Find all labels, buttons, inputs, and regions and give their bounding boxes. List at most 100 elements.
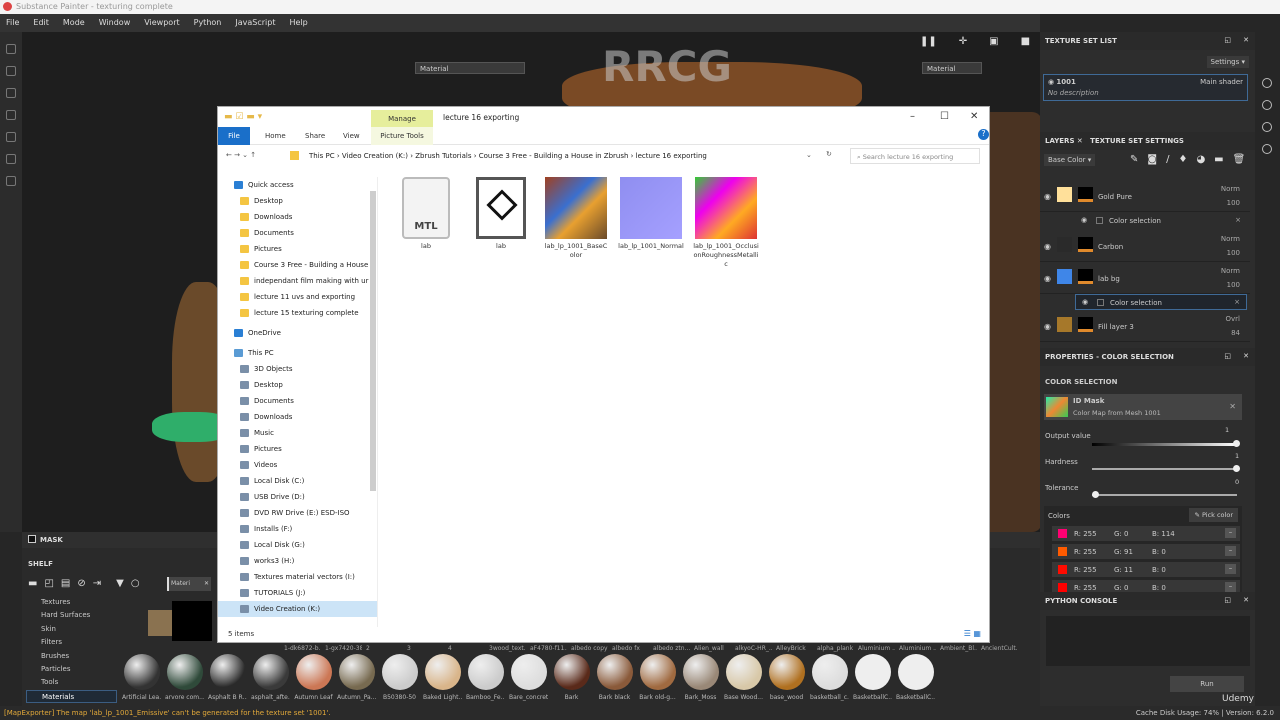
nav-item[interactable]: Pictures [218, 241, 377, 257]
nav-item[interactable]: Documents [218, 225, 377, 241]
hardness-slider[interactable] [1092, 465, 1240, 472]
shelf-category[interactable]: Filters [26, 636, 117, 649]
shelf-category[interactable]: Brushes [26, 650, 117, 663]
shelf-item-label[interactable]: Aluminium ... [858, 645, 895, 652]
material-item[interactable]: B50380-50 [380, 654, 419, 701]
nav-item[interactable]: Desktop [218, 193, 377, 209]
opacity-dropdown[interactable]: 84 [1231, 329, 1240, 337]
file-item[interactable]: MTL lab [393, 177, 459, 269]
symmetry-icon[interactable]: ✛ [959, 36, 967, 47]
save-icon[interactable]: ▤ [61, 578, 70, 589]
file-item[interactable]: lab_lp_1001_BaseColor [543, 177, 609, 269]
file-item[interactable]: lab [468, 177, 534, 269]
python-console-input[interactable] [1046, 616, 1250, 666]
visibility-eye-icon[interactable]: ◉ [1044, 242, 1051, 251]
refresh-icon[interactable]: ↻ [826, 150, 832, 158]
id-mask-resource[interactable]: ID Mask Color Map from Mesh 1001 ✕ [1044, 394, 1242, 420]
remove-effect-icon[interactable]: × [1234, 298, 1240, 306]
menu-window[interactable]: Window [99, 18, 131, 28]
nav-arrows-icon[interactable]: ← → ⌄ ↑ [226, 151, 256, 159]
color-selection-effect[interactable]: ◉ Color selection × [1075, 213, 1247, 229]
new-icon[interactable]: ◰ [44, 578, 53, 589]
minimize-button[interactable]: – [910, 111, 915, 122]
layer-item[interactable]: ◉ Gold Pure Norm 100 [1040, 182, 1250, 212]
shelf-category[interactable]: Particles [26, 663, 117, 676]
tab-home[interactable]: Home [265, 132, 286, 140]
material-item[interactable]: asphalt_afte... [251, 654, 290, 701]
history-dropdown-icon[interactable]: ⌄ [806, 151, 812, 159]
menu-javascript[interactable]: JavaScript [235, 18, 275, 28]
nav-item[interactable]: 3D Objects [218, 361, 377, 377]
menu-help[interactable]: Help [289, 18, 307, 28]
color-swatch[interactable] [1058, 529, 1067, 538]
shelf-category[interactable]: Skin [26, 623, 117, 636]
shelf-item-label[interactable]: alkyoC-HR_... [735, 645, 772, 652]
nav-item[interactable]: Textures material vectors (I:) [218, 569, 377, 585]
history-icon[interactable] [1262, 122, 1272, 132]
add-effect-icon[interactable]: ✎ [1130, 154, 1138, 165]
color-swatch[interactable] [1058, 547, 1067, 556]
menu-file[interactable]: File [6, 18, 19, 28]
display-icon[interactable]: ▣ [989, 36, 998, 47]
color-swatch[interactable] [1058, 565, 1067, 574]
shelf-category[interactable]: Tools [26, 676, 117, 689]
color-row[interactable]: R: 255 G: 0 B: 114 – [1052, 526, 1240, 541]
smudge-tool-icon[interactable] [6, 132, 16, 142]
color-selection-effect[interactable]: ◉ Color selection × [1075, 294, 1247, 310]
add-smart-material-icon[interactable]: ◕ [1196, 154, 1205, 165]
shelf-item-label[interactable]: alpha_plank [817, 645, 854, 652]
effect-checkbox[interactable] [1097, 299, 1104, 306]
material-item[interactable]: arvore com... [165, 654, 204, 701]
mask-checkbox[interactable] [28, 535, 36, 543]
shelf-item-label[interactable]: 3 [407, 645, 444, 652]
nav-item[interactable]: Local Disk (C:) [218, 473, 377, 489]
projection-tool-icon[interactable] [6, 88, 16, 98]
viewport-mode-select-left[interactable]: Material [415, 62, 525, 74]
shelf-item-label[interactable]: Ambient_Bl... [940, 645, 977, 652]
shader-settings-icon[interactable] [1262, 100, 1272, 110]
remove-effect-icon[interactable]: × [1235, 216, 1241, 224]
address-bar[interactable]: This PC › Video Creation (K:) › Zbrush T… [293, 148, 823, 164]
blend-mode-dropdown[interactable]: Norm [1221, 267, 1240, 275]
dock-icon[interactable]: ◱ [1224, 352, 1231, 360]
menu-mode[interactable]: Mode [63, 18, 85, 28]
settings-tool-icon[interactable] [6, 176, 16, 186]
material-item[interactable]: Bark [552, 654, 591, 701]
tab-file[interactable]: File [218, 127, 250, 145]
tab-picture-tools[interactable]: Picture Tools [371, 127, 433, 145]
layer-item[interactable]: ◉ Fill layer 3 Ovrl 84 [1040, 312, 1250, 342]
remove-color-button[interactable]: – [1225, 528, 1236, 538]
menu-edit[interactable]: Edit [33, 18, 49, 28]
nav-item[interactable]: Downloads [218, 409, 377, 425]
nav-item[interactable]: Course 3 Free - Building a House [218, 257, 377, 273]
opacity-dropdown[interactable]: 100 [1227, 199, 1240, 207]
material-item[interactable]: basketball_c... [810, 654, 849, 701]
material-item[interactable]: Bark_Moss [681, 654, 720, 701]
remove-resource-icon[interactable]: ✕ [1229, 402, 1236, 411]
shelf-item-label[interactable]: Aluminium ... [899, 645, 936, 652]
material-item[interactable]: Bamboo_Fe... [466, 654, 505, 701]
tolerance-slider[interactable] [1092, 491, 1237, 498]
remove-color-button[interactable]: – [1225, 546, 1236, 556]
nav-item[interactable]: Desktop [218, 377, 377, 393]
visibility-eye-icon[interactable]: ◉ [1081, 216, 1087, 224]
pick-color-button[interactable]: ✎ Pick color [1189, 508, 1238, 522]
shelf-item-label[interactable]: 1-gx7420-38 [325, 645, 362, 652]
shelf-item-label[interactable]: 4 [448, 645, 485, 652]
nav-item[interactable]: Local Disk (G:) [218, 537, 377, 553]
channel-dropdown[interactable]: Base Color ▾ [1044, 154, 1096, 166]
manage-tab[interactable]: Manage [371, 110, 433, 127]
nav-item[interactable]: This PC [218, 345, 377, 361]
material-item[interactable]: Asphalt B R... [208, 654, 247, 701]
material-item[interactable]: BasketballC... [853, 654, 892, 701]
close-icon[interactable]: ✕ [1243, 352, 1249, 360]
nav-item[interactable]: lecture 11 uvs and exporting [218, 289, 377, 305]
remove-color-button[interactable]: – [1225, 582, 1236, 592]
close-icon[interactable]: ✕ [1243, 36, 1249, 44]
shelf-category[interactable]: Hard Surfaces [26, 609, 117, 622]
material-item[interactable]: Bark old-g... [638, 654, 677, 701]
layer-item[interactable]: ◉ Carbon Norm 100 [1040, 232, 1250, 262]
clone-tool-icon[interactable] [6, 110, 16, 120]
shelf-item-label[interactable]: albedo copy [571, 645, 608, 652]
shelf-item-label[interactable]: aF4780-f11... [530, 645, 567, 652]
